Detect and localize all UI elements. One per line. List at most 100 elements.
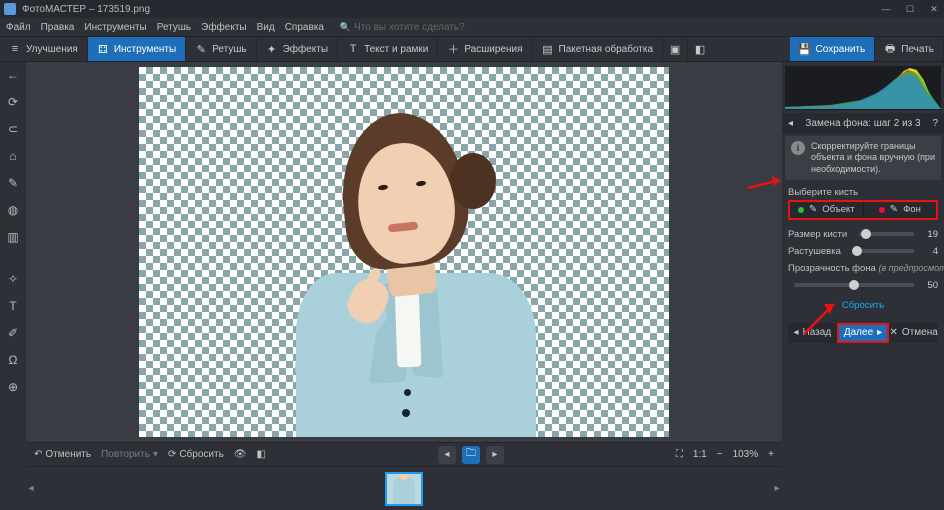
brush-object-button[interactable]: ✎ Объект [790,202,863,218]
filmstrip-scroll-right[interactable]: ▸ [772,467,782,510]
window-minimize-button[interactable]: — [880,3,892,15]
tool-crop[interactable]: ⌂ [4,147,22,165]
tab-improvements[interactable]: ≡Улучшения [0,37,88,61]
tab-batch[interactable]: ▤Пакетная обработка [533,37,664,61]
panel-back-icon[interactable]: ◂ [788,118,793,129]
menu-help[interactable]: Справка [285,22,324,33]
next-image-button[interactable]: ▸ [486,446,504,464]
image-canvas[interactable] [139,67,669,437]
panel-hint: i Скорректируйте границы объекта и фона … [785,136,941,180]
brush-picker: ✎ Объект ✎ Фон [788,200,938,220]
info-icon: i [791,141,805,155]
toolbar-split-icon-1[interactable]: ▣ [663,37,688,61]
print-button[interactable]: 🖶Печать [875,37,944,61]
app-logo-icon [4,3,16,15]
opacity-slider[interactable] [794,283,914,287]
green-dot-icon [798,207,804,213]
brush-icon: ✎ [195,43,207,55]
histogram [785,66,941,110]
toolbar-split-icon-2[interactable]: ◧ [688,37,712,61]
menu-edit[interactable]: Правка [41,22,75,33]
wizard-back-button[interactable]: ◂ Назад [788,323,837,343]
brush-size-row: Размер кисти 19 [782,226,944,243]
undo-button[interactable]: ↶ Отменить [34,449,91,460]
window-maximize-button[interactable]: ☐ [904,3,916,15]
crop-icon: ⚃ [97,43,109,55]
wizard-next-button[interactable]: Далее ▸ [837,323,890,343]
tool-pen[interactable]: ✐ [4,324,22,342]
brush-background-button[interactable]: ✎ Фон [863,202,937,218]
tool-text[interactable]: T [4,297,22,315]
tool-brush[interactable]: ✎ [4,174,22,192]
main-toolbar: ≡Улучшения ⚃Инструменты ✎Ретушь ✦Эффекты… [0,36,944,62]
prev-image-button[interactable]: ◂ [438,446,456,464]
menu-effects[interactable]: Эффекты [201,22,246,33]
brush-size-value: 19 [920,229,938,240]
tab-extensions[interactable]: ＋Расширения [438,37,532,61]
tool-refresh[interactable]: ⟳ [4,93,22,111]
tool-gradient[interactable]: ◍ [4,201,22,219]
menu-retouch[interactable]: Ретушь [157,22,191,33]
zoom-1-1-button[interactable]: 1:1 [693,449,707,460]
brush-bg-label: Фон [903,204,921,215]
filmstrip: ◂ ▸ [26,466,782,510]
brush-icon: ✎ [890,204,898,215]
tool-lasso[interactable]: ⊂ [4,120,22,138]
window-close-button[interactable]: ✕ [928,3,940,15]
tool-arrow[interactable]: ← [4,66,22,84]
brush-size-label: Размер кисти [788,229,847,240]
side-panel: ◂ Замена фона: шаг 2 из 3 ? i Скорректир… [782,62,944,510]
feather-slider[interactable] [853,249,914,253]
preview-toggle[interactable]: 👁 [234,449,247,460]
compare-toggle[interactable]: ◧ [256,449,265,460]
brush-icon: ✎ [809,204,817,215]
filmstrip-thumbnail[interactable] [385,472,423,506]
panel-header: ◂ Замена фона: шаг 2 из 3 ? [782,113,944,133]
tool-shape[interactable]: Ω [4,351,22,369]
menu-view[interactable]: Вид [257,22,275,33]
zoom-value: 103% [733,449,759,460]
panel-hint-text: Скорректируйте границы объекта и фона вр… [811,141,935,175]
brush-object-label: Объект [822,204,854,215]
filmstrip-scroll-left[interactable]: ◂ [26,467,36,510]
reset-button[interactable]: ⟳ Сбросить [168,449,224,460]
tab-effects[interactable]: ✦Эффекты [257,37,338,61]
pick-brush-label: Выберите кисть [782,183,944,200]
wizard-cancel-button[interactable]: ✕ Отмена [889,323,938,343]
zoom-out-button[interactable]: − [717,449,723,460]
redo-button[interactable]: Повторить ▾ [101,449,158,460]
tab-text-frames[interactable]: TТекст и рамки [338,37,438,61]
menu-tools[interactable]: Инструменты [84,22,146,33]
plus-icon: ＋ [447,43,459,55]
fit-screen-button[interactable]: ⛶ [676,449,683,460]
panel-help-icon[interactable]: ? [932,118,938,129]
window-titlebar: ФотоМАСТЕР – 173519.png — ☐ ✕ [0,0,944,18]
tool-pattern[interactable]: ▥ [4,228,22,246]
tool-star[interactable]: ✧ [4,270,22,288]
print-icon: 🖶 [884,43,896,55]
wizard-nav: ◂ Назад Далее ▸ ✕ Отмена [788,323,938,343]
layers-icon: ▣ [669,43,681,55]
workspace: ← ⟳ ⊂ ⌂ ✎ ◍ ▥ ✧ T ✐ Ω ⊕ [0,62,944,510]
window-title: ФотоМАСТЕР – 173519.png [22,4,880,15]
brush-size-slider[interactable] [859,232,914,236]
menu-file[interactable]: Файл [6,22,31,33]
zoom-in-button[interactable]: + [768,449,774,460]
open-folder-button[interactable]: 🗀 [462,446,480,464]
sparkle-icon: ✦ [266,43,278,55]
menu-search[interactable]: Что вы хотите сделать? [340,22,465,33]
feather-row: Растушевка 4 [782,243,944,260]
left-tool-strip: ← ⟳ ⊂ ⌂ ✎ ◍ ▥ ✧ T ✐ Ω ⊕ [0,62,26,510]
canvas-viewport[interactable] [26,62,782,442]
red-dot-icon [879,207,885,213]
tab-tools[interactable]: ⚃Инструменты [88,37,186,61]
opacity-row: Прозрачность фона (в предпросмотре) 50 [782,260,944,294]
tab-retouch[interactable]: ✎Ретушь [186,37,256,61]
tool-globe[interactable]: ⊕ [4,378,22,396]
tool-divider [4,255,22,261]
canvas-area: ↶ Отменить Повторить ▾ ⟳ Сбросить 👁 ◧ ◂ … [26,62,782,510]
opacity-label: Прозрачность фона (в предпросмотре) [788,263,944,274]
reset-link[interactable]: Сбросить [782,294,944,319]
save-button[interactable]: 💾Сохранить [790,37,876,61]
opacity-value: 50 [920,280,938,291]
